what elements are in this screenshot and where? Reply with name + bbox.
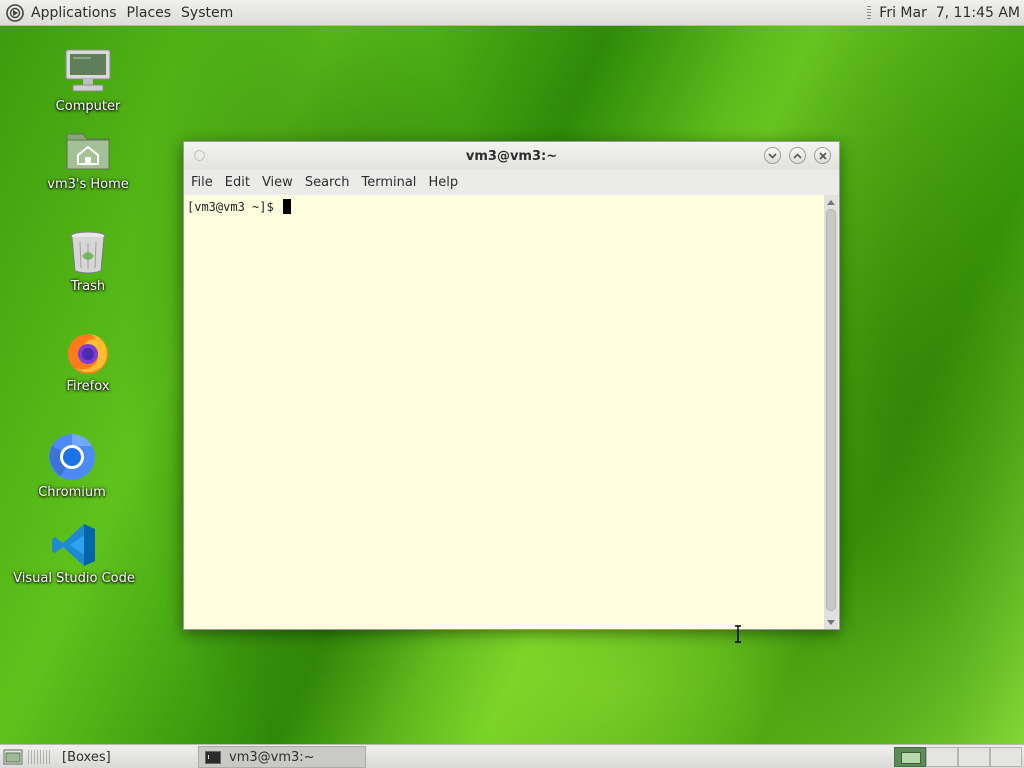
shell-prompt-line: [vm3@vm3 ~]$ bbox=[187, 199, 291, 214]
menu-search[interactable]: Search bbox=[299, 175, 356, 190]
ibeam-cursor-icon bbox=[735, 625, 741, 643]
window-controls bbox=[764, 147, 831, 164]
panel-right-area: Fri Mar 7, 11:45 AM bbox=[867, 5, 1024, 21]
desktop-icon-label: Visual Studio Code bbox=[13, 571, 135, 586]
desktop-icon-vscode[interactable]: Visual Studio Code bbox=[13, 522, 135, 586]
workspace-3[interactable] bbox=[958, 747, 990, 767]
window-titlebar[interactable]: vm3@vm3:~ bbox=[184, 142, 839, 170]
workspace-4[interactable] bbox=[990, 747, 1022, 767]
close-button[interactable] bbox=[814, 147, 831, 164]
desktop-icon-label: Trash bbox=[70, 279, 106, 294]
taskbar-item-label: [Boxes] bbox=[62, 749, 111, 765]
panel-menu-bar: Applications Places System bbox=[0, 0, 238, 26]
close-icon bbox=[818, 151, 827, 160]
window-title: vm3@vm3:~ bbox=[465, 148, 558, 164]
menu-view[interactable]: View bbox=[256, 175, 299, 190]
desktop-icon-label: Computer bbox=[55, 99, 121, 114]
system-menu[interactable]: System bbox=[176, 5, 238, 21]
taskbar-item-terminal[interactable]: vm3@vm3:~ bbox=[198, 746, 366, 768]
chevron-down-icon bbox=[768, 152, 777, 159]
show-desktop-icon[interactable] bbox=[3, 749, 23, 765]
workspace-1[interactable] bbox=[894, 747, 926, 767]
places-menu[interactable]: Places bbox=[122, 5, 177, 21]
taskbar-item-boxes[interactable]: [Boxes] bbox=[56, 746, 196, 768]
maximize-button[interactable] bbox=[789, 147, 806, 164]
panel-handle-icon[interactable] bbox=[867, 5, 872, 20]
clock[interactable]: Fri Mar 7, 11:45 AM bbox=[879, 5, 1020, 21]
chevron-up-icon bbox=[793, 152, 802, 159]
trash-icon bbox=[70, 231, 106, 274]
workspace-switcher bbox=[894, 747, 1022, 767]
computer-icon bbox=[65, 49, 111, 92]
menu-terminal[interactable]: Terminal bbox=[355, 175, 422, 190]
desktop-icon-label: Chromium bbox=[38, 485, 106, 500]
applications-logo-icon[interactable] bbox=[6, 3, 24, 22]
menu-help[interactable]: Help bbox=[422, 175, 464, 190]
scroll-down-arrow-icon[interactable] bbox=[827, 620, 835, 625]
taskbar-item-label: vm3@vm3:~ bbox=[229, 749, 315, 765]
terminal-scrollbar[interactable] bbox=[824, 195, 838, 629]
scroll-up-arrow-icon[interactable] bbox=[827, 200, 835, 205]
terminal-text-area[interactable]: [vm3@vm3 ~]$ bbox=[184, 195, 826, 643]
desktop-icon-firefox[interactable]: Firefox bbox=[28, 328, 148, 394]
terminal-window[interactable]: vm3@vm3:~ File Edit View Search Terminal… bbox=[183, 141, 840, 643]
desktop-icon-label: Firefox bbox=[66, 379, 110, 394]
applications-menu[interactable]: Applications bbox=[26, 5, 122, 21]
desktop-icon-trash[interactable]: Trash bbox=[28, 228, 148, 294]
vscode-icon bbox=[52, 524, 95, 566]
top-panel: Applications Places System Fri Mar 7, 11… bbox=[0, 0, 1024, 26]
text-cursor bbox=[282, 199, 291, 214]
desktop-icon-home[interactable]: vm3's Home bbox=[28, 128, 148, 192]
desktop-icon-chromium[interactable]: Chromium bbox=[12, 432, 132, 500]
scrollbar-thumb[interactable] bbox=[826, 209, 836, 611]
window-menu-icon[interactable] bbox=[194, 150, 205, 161]
bottom-panel: [Boxes] vm3@vm3:~ bbox=[0, 744, 1024, 768]
workspace-2[interactable] bbox=[926, 747, 958, 767]
desktop-icon-label: vm3's Home bbox=[47, 177, 129, 192]
menu-file[interactable]: File bbox=[185, 175, 219, 190]
menu-edit[interactable]: Edit bbox=[219, 175, 256, 190]
desktop-icon-computer[interactable]: Computer bbox=[28, 46, 148, 114]
firefox-icon bbox=[68, 334, 108, 374]
minimize-button[interactable] bbox=[764, 147, 781, 164]
terminal-menubar: File Edit View Search Terminal Help bbox=[184, 170, 839, 195]
panel-handle-icon[interactable] bbox=[28, 750, 52, 764]
terminal-icon bbox=[205, 750, 221, 764]
shell-prompt: [vm3@vm3 ~]$ bbox=[187, 200, 281, 214]
chromium-icon bbox=[49, 434, 95, 480]
home-folder-icon bbox=[66, 133, 110, 170]
